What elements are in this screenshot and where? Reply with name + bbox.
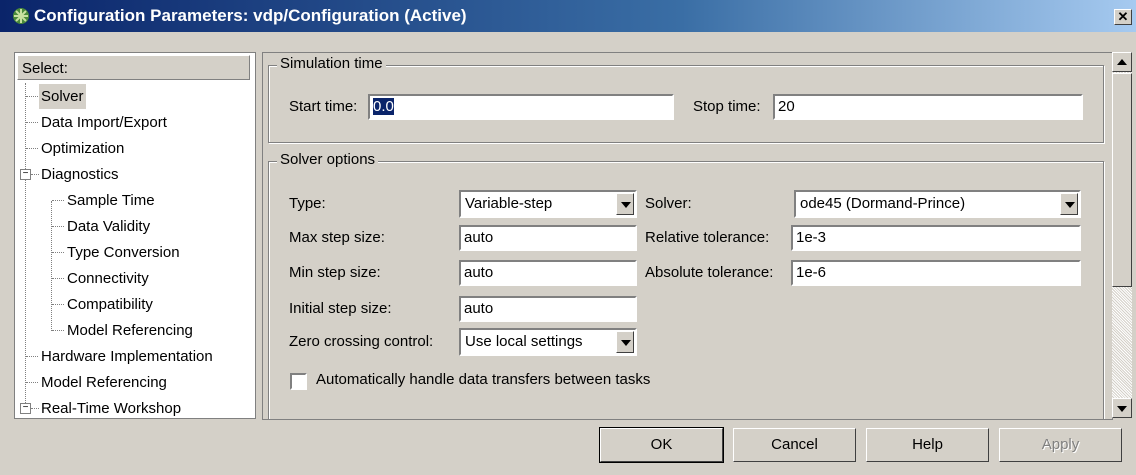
expander-minus-icon[interactable]: − bbox=[20, 169, 31, 180]
chevron-down-icon[interactable] bbox=[1060, 193, 1078, 215]
ok-button[interactable]: OK bbox=[599, 427, 724, 463]
tree-item-hardware-implementation[interactable]: Hardware Implementation bbox=[41, 344, 213, 369]
title-bar: Configuration Parameters: vdp/Configurat… bbox=[0, 0, 1136, 32]
zero-crossing-label: Zero crossing control: bbox=[289, 333, 434, 350]
tree-item-real-time-workshop[interactable]: Real-Time Workshop bbox=[41, 396, 181, 418]
tree-item-solver[interactable]: Solver bbox=[39, 84, 86, 109]
initial-step-label: Initial step size: bbox=[289, 300, 392, 317]
tree-connector bbox=[26, 122, 38, 123]
scroll-up-arrow-icon[interactable] bbox=[1112, 52, 1132, 72]
tree-item-compatibility[interactable]: Compatibility bbox=[67, 292, 153, 317]
tree-connector bbox=[52, 226, 64, 227]
simulation-time-group: Simulation time Start time: 0.0 Stop tim… bbox=[268, 55, 1104, 143]
tree-item-diagnostics[interactable]: Diagnostics bbox=[41, 162, 119, 187]
scroll-down-arrow-icon[interactable] bbox=[1112, 398, 1132, 418]
tree-connector bbox=[52, 304, 64, 305]
tree-item-model-referencing[interactable]: Model Referencing bbox=[41, 370, 167, 395]
vertical-scrollbar[interactable] bbox=[1112, 52, 1132, 418]
apply-button[interactable]: Apply bbox=[999, 428, 1122, 462]
relative-tolerance-label: Relative tolerance: bbox=[645, 229, 770, 246]
solver-select[interactable]: ode45 (Dormand-Prince) bbox=[794, 190, 1081, 218]
chevron-down-icon[interactable] bbox=[616, 331, 634, 353]
tree-item-optimization[interactable]: Optimization bbox=[41, 136, 124, 161]
scrollbar-thumb[interactable] bbox=[1112, 73, 1132, 287]
solver-pane: Simulation time Start time: 0.0 Stop tim… bbox=[262, 52, 1113, 420]
auto-handle-label: Automatically handle data transfers betw… bbox=[316, 371, 651, 388]
tree-connector bbox=[26, 148, 38, 149]
tree-connector bbox=[26, 356, 38, 357]
expander-minus-icon[interactable]: − bbox=[20, 403, 31, 414]
stop-time-input[interactable]: 20 bbox=[773, 94, 1083, 120]
tree-connector bbox=[52, 330, 64, 331]
tree-connector bbox=[52, 278, 64, 279]
min-step-label: Min step size: bbox=[289, 264, 381, 281]
auto-handle-checkbox[interactable] bbox=[290, 373, 307, 390]
cancel-button[interactable]: Cancel bbox=[733, 428, 856, 462]
tree-item-connectivity[interactable]: Connectivity bbox=[67, 266, 149, 291]
type-label: Type: bbox=[289, 195, 326, 212]
tree-connector bbox=[26, 382, 38, 383]
tree-item-model-referencing-diag[interactable]: Model Referencing bbox=[67, 318, 193, 343]
absolute-tolerance-label: Absolute tolerance: bbox=[645, 264, 774, 281]
initial-step-input[interactable]: auto bbox=[459, 296, 637, 322]
tree-connector bbox=[31, 174, 39, 175]
simulink-config-icon bbox=[13, 8, 29, 24]
config-tree: Select: Solver Data Import/Export Optimi… bbox=[14, 52, 256, 419]
close-icon[interactable]: ✕ bbox=[1114, 9, 1132, 25]
relative-tolerance-input[interactable]: 1e-3 bbox=[791, 225, 1081, 251]
tree-item-data-validity[interactable]: Data Validity bbox=[67, 214, 150, 239]
stop-time-label: Stop time: bbox=[693, 98, 761, 115]
type-select[interactable]: Variable-step bbox=[459, 190, 637, 218]
window-title: Configuration Parameters: vdp/Configurat… bbox=[34, 6, 467, 25]
tree-connector bbox=[52, 252, 64, 253]
tree-item-type-conversion[interactable]: Type Conversion bbox=[67, 240, 180, 265]
tree-header: Select: bbox=[17, 55, 250, 80]
solver-label: Solver: bbox=[645, 195, 692, 212]
zero-crossing-select[interactable]: Use local settings bbox=[459, 328, 637, 356]
absolute-tolerance-input[interactable]: 1e-6 bbox=[791, 260, 1081, 286]
solver-options-title: Solver options bbox=[277, 151, 379, 168]
solver-options-group: Solver options Type: Variable-step Solve… bbox=[268, 151, 1104, 419]
tree-connector bbox=[25, 83, 26, 413]
tree-connector bbox=[51, 201, 52, 331]
tree-connector bbox=[52, 200, 64, 201]
tree-item-sample-time[interactable]: Sample Time bbox=[67, 188, 155, 213]
min-step-input[interactable]: auto bbox=[459, 260, 637, 286]
max-step-label: Max step size: bbox=[289, 229, 385, 246]
tree-item-data-import-export[interactable]: Data Import/Export bbox=[41, 110, 167, 135]
start-time-input[interactable]: 0.0 bbox=[368, 94, 674, 120]
help-button[interactable]: Help bbox=[866, 428, 989, 462]
tree-connector bbox=[26, 96, 38, 97]
chevron-down-icon[interactable] bbox=[616, 193, 634, 215]
tree-connector bbox=[31, 408, 39, 409]
max-step-input[interactable]: auto bbox=[459, 225, 637, 251]
start-time-label: Start time: bbox=[289, 98, 358, 115]
simulation-time-title: Simulation time bbox=[277, 55, 386, 72]
